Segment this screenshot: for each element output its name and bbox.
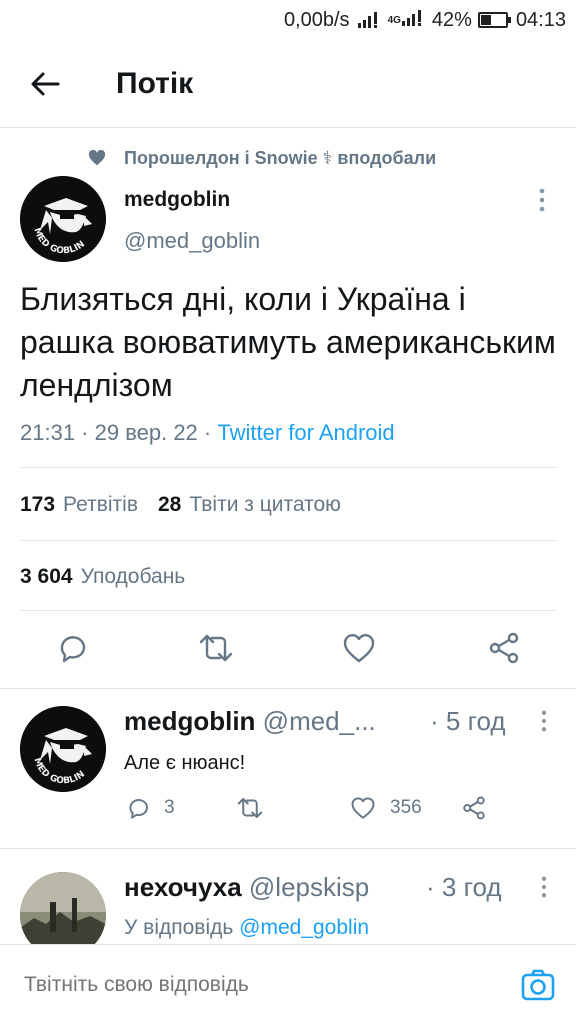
signal-icon [357, 12, 380, 28]
engagement-stats: 173 Ретвітів 28 Твіти з цитатою [20, 493, 361, 517]
likes-stat[interactable]: 3 604 Уподобань [20, 565, 185, 589]
camera-icon [521, 969, 555, 1001]
reply-author-name: medgoblin [124, 706, 256, 736]
reply-input[interactable] [24, 973, 484, 997]
social-context-text: Порошелдон і Snowie ⚕ вподобали [124, 147, 437, 168]
more-vertical-icon [541, 710, 547, 732]
signal-4g-icon [401, 9, 424, 32]
retweets-count: 173 [20, 493, 56, 516]
reply-time: · 5 год [430, 706, 506, 736]
reply-author-name: нехочуха [124, 872, 242, 902]
more-vertical-icon [539, 188, 545, 212]
heart-outline-icon [351, 797, 375, 819]
reply-icon [60, 636, 86, 663]
share-button[interactable] [488, 632, 520, 664]
divider [0, 848, 576, 849]
reply-text: Але є нюанс! [124, 752, 246, 774]
retweet-icon [199, 634, 233, 662]
goblin-logo-icon: MED GOBLIN [20, 176, 106, 262]
tweet-text: Близяться дні, коли і Україна і рашка во… [20, 281, 556, 403]
reply-button[interactable] [56, 632, 88, 664]
reply-author[interactable]: medgoblin @med_... [124, 706, 376, 737]
tweet-timestamp: 21:31 · 29 вер. 22 · [20, 420, 218, 445]
likes-count: 3 604 [20, 565, 73, 588]
reply-retweet-button[interactable] [236, 796, 264, 820]
like-count: 356 [390, 797, 422, 818]
reply-author-handle: @lepskisp [248, 872, 370, 902]
clock: 04:13 [515, 8, 566, 31]
social-context[interactable]: Порошелдон і Snowie ⚕ вподобали [88, 145, 436, 171]
divider [0, 688, 576, 689]
arrow-left-icon [31, 72, 60, 95]
back-button[interactable] [0, 40, 90, 128]
retweets-stat[interactable]: 173 Ретвітів [20, 493, 138, 517]
retweets-label: Ретвітів [63, 493, 138, 516]
camera-button[interactable] [520, 967, 556, 1003]
reply-time: · 3 год [426, 872, 502, 902]
battery-icon [477, 12, 511, 28]
net-speed: 0,00b/s [283, 8, 350, 31]
reply-icon [129, 799, 148, 819]
retweet-button[interactable] [198, 632, 234, 664]
replying-to-prefix: У відповідь [124, 916, 240, 939]
divider [20, 467, 557, 468]
heart-outline-icon [343, 634, 375, 663]
reply-author-handle: @med_... [262, 706, 376, 736]
reply-author[interactable]: нехочуха @lepskisp [124, 872, 369, 903]
reply-composer [0, 944, 576, 1024]
divider [20, 610, 557, 611]
more-vertical-icon [541, 876, 547, 898]
avatar[interactable]: MED GOBLIN [20, 176, 106, 262]
reply-reply-button[interactable]: 3 [126, 796, 175, 820]
replying-to-mention[interactable]: @med_goblin [239, 916, 369, 939]
status-bar: 0,00b/s 4G 42% 04:13 [0, 0, 576, 40]
quotes-stat[interactable]: 28 Твіти з цитатою [158, 493, 341, 517]
quotes-label: Твіти з цитатою [189, 493, 341, 516]
network-type: 4G [387, 14, 401, 26]
battery-percent: 42% [431, 8, 472, 31]
more-options-button[interactable] [530, 188, 554, 218]
likes-label: Уподобань [80, 565, 186, 588]
divider [20, 540, 557, 541]
heart-icon [88, 150, 106, 166]
author-name[interactable]: medgoblin [124, 188, 230, 212]
share-icon [489, 632, 519, 664]
goblin-logo-icon: MED GOBLIN [20, 706, 106, 792]
tweet-client-link[interactable]: Twitter for Android [217, 420, 394, 445]
page-title: Потік [116, 66, 194, 100]
replying-to: У відповідь @med_goblin [124, 916, 369, 940]
author-handle[interactable]: @med_goblin [124, 228, 260, 254]
reply-more-button[interactable] [532, 876, 556, 906]
tweet-meta: 21:31 · 29 вер. 22 · Twitter for Android [20, 420, 395, 446]
reply-count: 3 [164, 797, 175, 818]
likes-stats: 3 604 Уподобань [20, 565, 205, 589]
share-icon [463, 796, 485, 820]
retweet-icon [237, 798, 263, 818]
reply-avatar[interactable]: MED GOBLIN [20, 706, 106, 792]
like-button[interactable] [342, 632, 376, 664]
reply-share-button[interactable] [462, 796, 486, 820]
quotes-count: 28 [158, 493, 182, 516]
reply-more-button[interactable] [532, 710, 556, 740]
reply-like-button[interactable]: 356 [350, 796, 422, 820]
app-bar: Потік [0, 40, 576, 128]
